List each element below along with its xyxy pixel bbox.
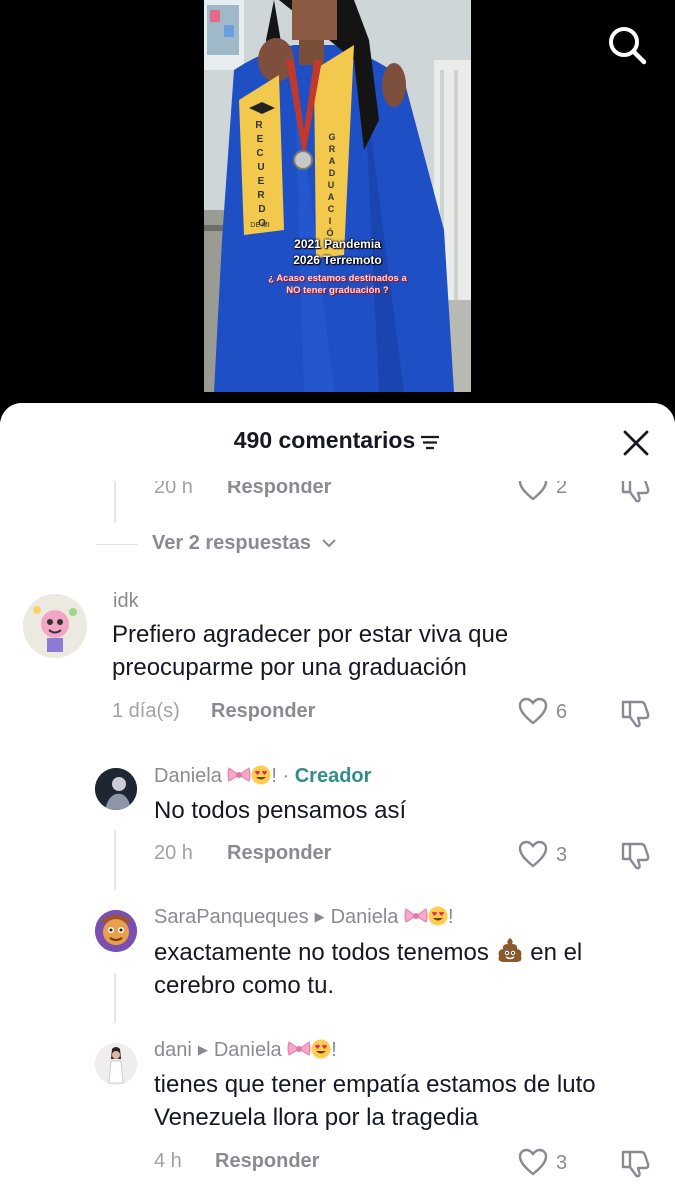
dislike-button[interactable]	[620, 840, 652, 875]
svg-text:U: U	[257, 162, 264, 173]
heart-eyes-emoji	[251, 765, 271, 785]
comments-header: 490 comentarios	[0, 403, 675, 481]
dislike-icon	[621, 700, 650, 728]
close-button[interactable]	[620, 427, 652, 459]
thread-line	[114, 973, 116, 1023]
reply-button[interactable]: Responder	[227, 842, 331, 865]
bow-emoji	[227, 767, 251, 782]
svg-text:E: E	[257, 134, 264, 145]
search-button[interactable]	[604, 22, 648, 66]
reply-text-part1: exactamente no todos tenemos	[154, 939, 489, 966]
reply-time: 20 h	[154, 842, 193, 864]
reply-text: tienes que tener empatía estamos de luto…	[154, 1071, 596, 1131]
reply-text: No todos pensamos así	[154, 797, 407, 824]
svg-text:A: A	[328, 192, 335, 202]
avatar[interactable]	[23, 594, 87, 658]
svg-text:R: R	[329, 144, 336, 154]
reply-to-arrow-icon: ▶	[197, 1042, 208, 1057]
comments-sheet: 20 h Responder 2 Ver 2 respuestas idk Pr…	[0, 403, 675, 1200]
reply-text: exactamente no todos tenemos en el cereb…	[154, 936, 664, 1002]
reply-username-text: dani	[154, 1039, 192, 1061]
heart-eyes-emoji	[428, 906, 448, 926]
divider	[96, 544, 138, 545]
creator-separator: ·	[276, 765, 295, 787]
reply-button[interactable]: Responder	[215, 1150, 319, 1173]
reply-time: 4 h	[154, 1150, 182, 1172]
like-button[interactable]	[518, 840, 548, 873]
like-count: 6	[556, 701, 568, 723]
video-caption-line3: ¿ Acaso estamos destinados a NO tener gr…	[204, 273, 471, 297]
video-frame[interactable]: REC UER DO DE MI GRA DUA CIÓ N 2021 Pand…	[204, 0, 471, 392]
svg-text:U: U	[328, 180, 335, 190]
heart-icon	[518, 840, 548, 868]
heart-icon	[518, 697, 548, 725]
comment-count-label: 490 comentarios	[233, 427, 416, 453]
chevron-down-icon	[321, 539, 336, 548]
reply-target-user[interactable]: Daniela	[214, 1039, 282, 1061]
svg-text:R: R	[255, 120, 263, 131]
creator-badge: Creador	[294, 765, 372, 787]
like-count: 3	[556, 1152, 568, 1174]
poop-emoji	[498, 938, 522, 962]
dislike-icon	[621, 842, 650, 870]
svg-text:G: G	[328, 132, 335, 142]
avatar-image	[95, 910, 137, 952]
comment-username[interactable]: idk	[113, 590, 139, 613]
avatar[interactable]	[95, 910, 137, 952]
reply-target-suffix: !	[447, 906, 454, 928]
reply-to-arrow-icon: ▶	[314, 909, 325, 924]
reply-username[interactable]: Daniela ! · Creador	[154, 765, 371, 788]
video-caption-line3b: NO tener graduación ?	[286, 285, 389, 296]
heart-eyes-emoji	[311, 1039, 331, 1059]
dislike-icon	[621, 1150, 650, 1178]
svg-text:D: D	[258, 204, 265, 215]
dislike-button[interactable]	[620, 698, 652, 733]
svg-text:A: A	[329, 156, 336, 166]
svg-text:D: D	[329, 168, 336, 178]
video-caption-line1: 2021 Pandemia	[294, 237, 381, 251]
svg-text:E: E	[258, 176, 265, 187]
avatar-image	[95, 768, 137, 810]
video-caption-line2: 2026 Terremoto	[293, 253, 382, 267]
video-still: REC UER DO DE MI GRA DUA CIÓ N	[204, 0, 471, 392]
reply-target-user[interactable]: Daniela	[331, 906, 399, 928]
video-player[interactable]: REC UER DO DE MI GRA DUA CIÓ N 2021 Pand…	[0, 0, 675, 410]
like-button[interactable]	[518, 697, 548, 730]
bow-emoji	[404, 908, 428, 923]
reply-button[interactable]: Responder	[211, 700, 315, 723]
comment-time: 1 día(s)	[112, 700, 180, 722]
svg-text:C: C	[328, 204, 335, 214]
search-icon	[609, 27, 647, 65]
like-count: 3	[556, 844, 568, 866]
avatar-image	[23, 594, 87, 658]
avatar[interactable]	[95, 1043, 137, 1085]
svg-text:R: R	[257, 190, 265, 201]
comments-list[interactable]: 20 h Responder 2 Ver 2 respuestas idk Pr…	[0, 403, 675, 1200]
view-replies-button[interactable]: Ver 2 respuestas	[152, 532, 337, 555]
close-icon	[623, 430, 649, 456]
thread-line	[114, 478, 116, 523]
bow-emoji	[287, 1041, 311, 1056]
svg-text:DE MI: DE MI	[250, 222, 270, 229]
reply-username[interactable]: SaraPanqueques ▶ Daniela !	[154, 906, 454, 929]
avatar[interactable]	[95, 768, 137, 810]
view-replies-label: Ver 2 respuestas	[152, 532, 311, 554]
reply-username-text: SaraPanqueques	[154, 906, 309, 928]
svg-text:I: I	[329, 216, 332, 226]
comment-text: Prefiero agradecer por estar viva que pr…	[112, 621, 509, 681]
comment-count-title[interactable]: 490 comentarios	[0, 427, 675, 454]
dislike-button[interactable]	[620, 1148, 652, 1183]
filter-icon[interactable]	[419, 434, 441, 450]
svg-text:C: C	[256, 148, 263, 159]
reply-username[interactable]: dani ▶ Daniela !	[154, 1039, 337, 1062]
reply-username-text: Daniela	[154, 765, 222, 787]
video-caption-line3a: ¿ Acaso estamos destinados a	[268, 273, 407, 284]
reply-target-suffix: !	[331, 1039, 337, 1061]
like-button[interactable]	[518, 1148, 548, 1181]
heart-icon	[518, 1148, 548, 1176]
avatar-image	[95, 1043, 137, 1085]
thread-line	[114, 830, 116, 890]
